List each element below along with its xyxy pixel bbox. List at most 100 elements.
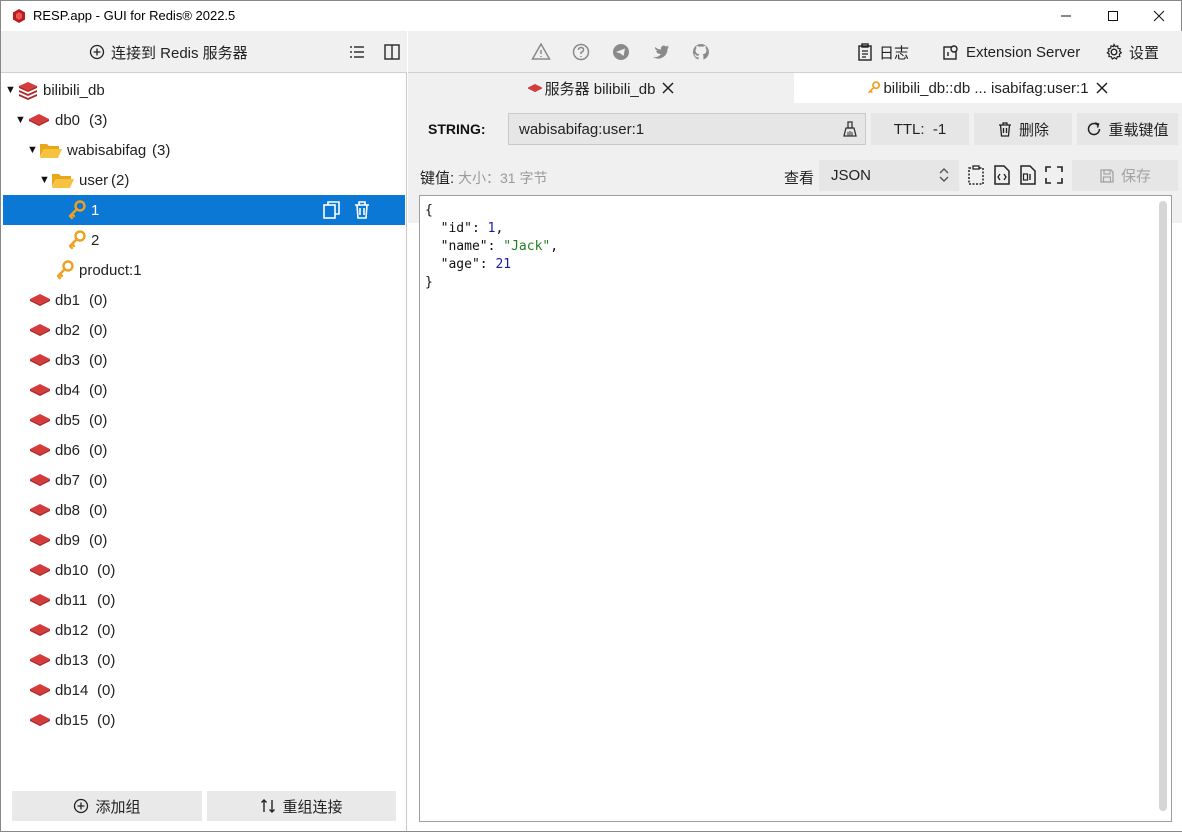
telegram-icon[interactable] <box>611 42 631 62</box>
settings-label: 设置 <box>1129 44 1160 62</box>
fullscreen-icon[interactable] <box>1043 164 1065 186</box>
close-tab-icon[interactable] <box>1095 81 1109 95</box>
help-icon[interactable] <box>571 42 591 62</box>
db-count: (0) <box>97 711 116 729</box>
connect-to-redis-button[interactable]: 连接到 Redis 服务器 <box>89 40 248 64</box>
tree-db2[interactable]: db2 (0) <box>1 315 405 345</box>
key-name: 1 <box>91 201 100 219</box>
settings-button[interactable]: 设置 <box>1105 40 1159 64</box>
json-number: 1 <box>487 221 496 236</box>
copy-key-icon[interactable] <box>321 199 343 221</box>
view-format-select[interactable]: JSON <box>819 160 959 191</box>
db-name: db7 <box>55 471 81 489</box>
view-as-label: 查看 <box>784 170 815 187</box>
database-icon <box>30 294 50 306</box>
value-editor[interactable]: { "id": 1, "name": "Jack", "age": 21 } <box>419 195 1172 822</box>
database-icon <box>30 354 50 366</box>
json-open-brace: { <box>425 203 433 218</box>
tree-db10[interactable]: db10 (0) <box>1 555 405 585</box>
expand-arrow-icon[interactable]: ▼ <box>27 144 39 156</box>
github-icon[interactable] <box>691 42 711 62</box>
expand-arrow-icon[interactable]: ▼ <box>39 174 51 186</box>
app-window: RESP.app - GUI for Redis® 2022.5 连接到 Red… <box>0 0 1182 832</box>
tree-server-bilibili-db[interactable]: ▼ bilibili_db <box>1 75 405 105</box>
db-name: db1 <box>55 291 81 309</box>
value-label: 键值: <box>420 170 455 187</box>
save-button[interactable]: 保存 <box>1072 160 1178 191</box>
reload-key-button[interactable]: 重载键值 <box>1077 113 1178 145</box>
tree-db13[interactable]: db13 (0) <box>1 645 405 675</box>
twitter-icon[interactable] <box>651 42 671 62</box>
database-icon <box>30 444 50 456</box>
regroup-connections-button[interactable]: 重组连接 <box>207 791 396 821</box>
db-name: db13 <box>55 651 89 669</box>
close-window-button[interactable] <box>1136 1 1182 31</box>
close-tab-icon[interactable] <box>661 81 675 95</box>
tree-db12[interactable]: db12 (0) <box>1 615 405 645</box>
db-name: db14 <box>55 681 89 699</box>
maximize-button[interactable] <box>1090 1 1136 31</box>
save-label: 保存 <box>1120 168 1151 185</box>
tree-db15[interactable]: db15 (0) <box>1 705 405 735</box>
ttl-button[interactable]: TTL: -1 <box>871 113 969 145</box>
key-type-label: STRING: <box>428 121 486 137</box>
main-toolbar: 日志 Extension Server 设置 <box>408 31 1182 73</box>
log-button[interactable]: 日志 <box>857 40 909 64</box>
database-icon <box>30 654 50 666</box>
db-name: db5 <box>55 411 81 429</box>
extension-server-button[interactable]: Extension Server <box>942 40 1080 64</box>
sort-arrows-icon <box>261 799 276 813</box>
tree-db7[interactable]: db7 (0) <box>1 465 405 495</box>
db-count: (0) <box>89 501 108 519</box>
tree-db0[interactable]: ▼ db0 (3) <box>1 105 405 135</box>
tree-db1[interactable]: db1 (0) <box>1 285 405 315</box>
key-name: 2 <box>91 231 100 249</box>
tree-db11[interactable]: db11 (0) <box>1 585 405 615</box>
trash-icon <box>998 122 1011 137</box>
file-code-icon[interactable] <box>991 164 1013 186</box>
key-icon <box>68 230 86 250</box>
file-binary-icon[interactable] <box>1017 164 1039 186</box>
tree-db6[interactable]: db6 (0) <box>1 435 405 465</box>
broom-icon[interactable] <box>841 120 859 138</box>
tree-key-product-1[interactable]: product:1 <box>1 255 405 285</box>
key-name-field[interactable]: wabisabifag:user:1 <box>508 113 866 145</box>
tree-db5[interactable]: db5 (0) <box>1 405 405 435</box>
panel-toggle-icon[interactable] <box>382 42 402 62</box>
connections-footer: 添加组 重组连接 <box>1 781 407 831</box>
database-icon <box>30 534 50 546</box>
tab-server-bilibili-db[interactable]: 服务器 bilibili_db <box>408 73 794 103</box>
tab-bar: 服务器 bilibili_db bilibili_db::db ... isab… <box>408 73 1182 103</box>
editor-scrollbar[interactable] <box>1159 201 1167 811</box>
trash-icon[interactable] <box>351 199 373 221</box>
delete-key-button[interactable]: 删除 <box>974 113 1072 145</box>
json-number: 21 <box>495 257 512 272</box>
folder-open-icon <box>52 174 74 188</box>
db-name: db6 <box>55 441 81 459</box>
db-name: db12 <box>55 621 89 639</box>
warning-icon[interactable] <box>531 42 551 62</box>
key-icon <box>868 81 881 94</box>
tree-db4[interactable]: db4 (0) <box>1 375 405 405</box>
expand-arrow-icon[interactable]: ▼ <box>5 84 17 96</box>
expand-arrow-icon[interactable]: ▼ <box>15 114 27 126</box>
add-group-button[interactable]: 添加组 <box>12 791 202 821</box>
copy-to-clipboard-icon[interactable] <box>965 164 987 186</box>
json-key: "id" <box>440 221 472 236</box>
tab-key-user-1[interactable]: bilibili_db::db ... isabifag:user:1 <box>794 73 1182 103</box>
db-name: db4 <box>55 381 81 399</box>
plus-circle-icon <box>74 798 89 814</box>
tree-key-1[interactable]: 1 <box>3 195 405 225</box>
db-count: (0) <box>89 531 108 549</box>
list-view-icon[interactable] <box>347 42 367 62</box>
tree-db8[interactable]: db8 (0) <box>1 495 405 525</box>
tree-key-2[interactable]: 2 <box>1 225 405 255</box>
tree-folder-user[interactable]: ▼ user (2) <box>1 165 405 195</box>
tree-db9[interactable]: db9 (0) <box>1 525 405 555</box>
minimize-button[interactable] <box>1043 1 1089 31</box>
db-count: (3) <box>89 111 108 129</box>
tree-folder-wabisabifag[interactable]: ▼ wabisabifag (3) <box>1 135 405 165</box>
tree-db3[interactable]: db3 (0) <box>1 345 405 375</box>
db-name: db15 <box>55 711 89 729</box>
tree-db14[interactable]: db14 (0) <box>1 675 405 705</box>
